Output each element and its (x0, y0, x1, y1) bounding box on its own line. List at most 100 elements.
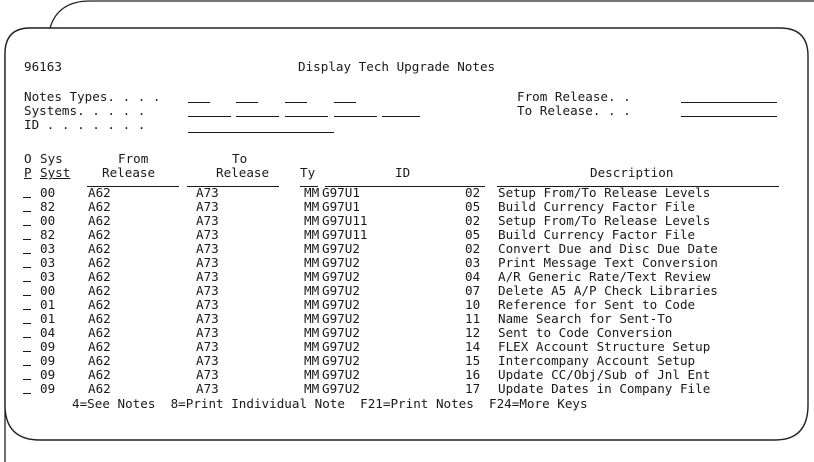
row-syst: 09 (40, 353, 56, 368)
row-option-field[interactable] (23, 393, 31, 394)
row-id: G97U11 (322, 227, 368, 242)
row-id: G97U2 (322, 353, 360, 368)
row-syst: 09 (40, 381, 56, 396)
row-seq: 05 (465, 227, 481, 242)
row-to-release: A73 (196, 213, 219, 228)
system-field-1[interactable] (188, 116, 231, 117)
notes-type-field-2[interactable] (236, 102, 258, 103)
row-id: G97U11 (322, 213, 368, 228)
notes-type-field-3[interactable] (285, 102, 307, 103)
row-type: MM (304, 297, 320, 312)
row-from-release: A62 (88, 311, 111, 326)
row-syst: 00 (40, 185, 56, 200)
notes-type-field-1[interactable] (188, 102, 210, 103)
system-field-5[interactable] (382, 116, 420, 117)
row-description: Setup From/To Release Levels (498, 185, 711, 200)
row-syst: 82 (40, 199, 56, 214)
row-syst: 00 (40, 283, 56, 298)
row-type: MM (304, 185, 320, 200)
notes-type-field-4[interactable] (334, 102, 356, 103)
row-type: MM (304, 213, 320, 228)
row-seq: 11 (465, 311, 481, 326)
row-from-release: A62 (88, 185, 111, 200)
to-release-label: To Release. . . (517, 103, 631, 118)
col-from-header-1: From (118, 151, 149, 166)
row-syst: 04 (40, 325, 56, 340)
system-field-3[interactable] (285, 116, 328, 117)
row-option-field[interactable] (23, 351, 31, 352)
row-description: Update Dates in Company File (498, 381, 711, 396)
col-description-header: Description (590, 165, 674, 180)
function-key-legend: 4=See Notes 8=Print Individual Note F21=… (72, 396, 588, 411)
program-id: 96163 (24, 59, 62, 74)
row-option-field[interactable] (23, 337, 31, 338)
row-option-field[interactable] (23, 267, 31, 268)
row-option-field[interactable] (23, 365, 31, 366)
row-description: Build Currency Factor File (498, 227, 696, 242)
row-type: MM (304, 199, 320, 214)
to-release-field[interactable] (681, 116, 777, 117)
row-syst: 82 (40, 227, 56, 242)
row-seq: 14 (465, 339, 481, 354)
row-description: Reference for Sent to Code (498, 297, 696, 312)
system-field-4[interactable] (334, 116, 377, 117)
row-seq: 02 (465, 213, 481, 228)
row-seq: 02 (465, 241, 481, 256)
row-option-field[interactable] (23, 211, 31, 212)
row-from-release: A62 (88, 213, 111, 228)
system-field-2[interactable] (236, 116, 279, 117)
row-from-release: A62 (88, 199, 111, 214)
row-to-release: A73 (196, 353, 219, 368)
row-id: G97U2 (322, 339, 360, 354)
row-description: Setup From/To Release Levels (498, 213, 711, 228)
row-to-release: A73 (196, 381, 219, 396)
row-option-field[interactable] (23, 309, 31, 310)
col-sys-header-1: Sys (40, 151, 63, 166)
row-option-field[interactable] (23, 253, 31, 254)
row-to-release: A73 (196, 311, 219, 326)
row-type: MM (304, 367, 320, 382)
row-description: FLEX Account Structure Setup (498, 339, 711, 354)
row-seq: 12 (465, 325, 481, 340)
row-syst: 03 (40, 255, 56, 270)
row-option-field[interactable] (23, 225, 31, 226)
row-syst: 03 (40, 269, 56, 284)
row-option-field[interactable] (23, 323, 31, 324)
id-field[interactable] (188, 132, 334, 133)
from-release-label: From Release. . (517, 89, 631, 104)
from-release-field[interactable] (681, 102, 777, 103)
row-from-release: A62 (88, 353, 111, 368)
row-id: G97U2 (322, 241, 360, 256)
row-option-field[interactable] (23, 379, 31, 380)
row-type: MM (304, 283, 320, 298)
row-option-field[interactable] (23, 239, 31, 240)
screen-title: Display Tech Upgrade Notes (298, 59, 496, 74)
row-seq: 16 (465, 367, 481, 382)
row-description: Sent to Code Conversion (498, 325, 673, 340)
row-type: MM (304, 255, 320, 270)
row-seq: 07 (465, 283, 481, 298)
col-option-header-2: P (24, 165, 32, 180)
row-seq: 02 (465, 185, 481, 200)
row-from-release: A62 (88, 381, 111, 396)
row-type: MM (304, 311, 320, 326)
col-from-header-2: Release (102, 165, 156, 180)
row-type: MM (304, 339, 320, 354)
notes-types-label: Notes Types. . . . (24, 89, 161, 104)
row-description: A/R Generic Rate/Text Review (498, 269, 711, 284)
row-syst: 03 (40, 241, 56, 256)
row-id: G97U2 (322, 311, 360, 326)
row-to-release: A73 (196, 241, 219, 256)
row-type: MM (304, 353, 320, 368)
row-to-release: A73 (196, 283, 219, 298)
row-description: Build Currency Factor File (498, 199, 696, 214)
row-id: G97U2 (322, 269, 360, 284)
row-option-field[interactable] (23, 295, 31, 296)
row-option-field[interactable] (23, 281, 31, 282)
row-description: Convert Due and Disc Due Date (498, 241, 718, 256)
row-to-release: A73 (196, 269, 219, 284)
row-option-field[interactable] (23, 197, 31, 198)
row-to-release: A73 (196, 339, 219, 354)
row-to-release: A73 (196, 297, 219, 312)
row-syst: 01 (40, 297, 56, 312)
